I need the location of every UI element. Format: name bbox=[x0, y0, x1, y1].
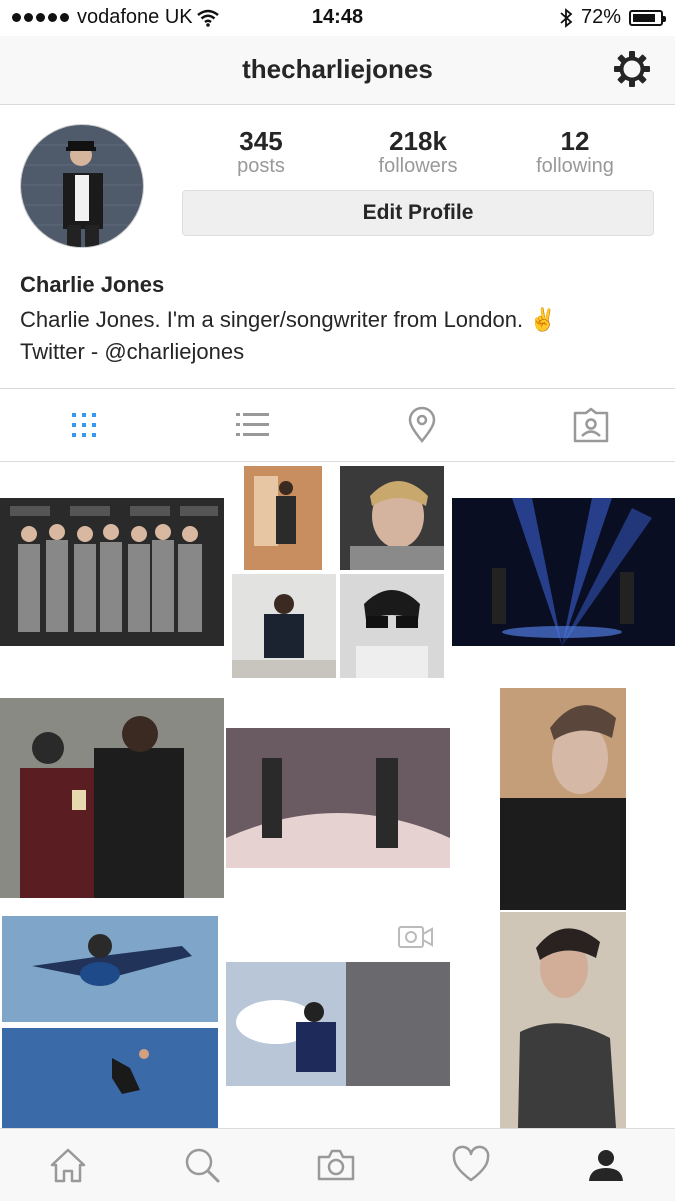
posts-count: 345 bbox=[239, 126, 283, 156]
photo-skydive-1[interactable] bbox=[2, 916, 218, 1022]
posts-label: posts bbox=[237, 155, 285, 177]
profile-username: thecharliejones bbox=[242, 54, 433, 84]
list-icon[interactable] bbox=[232, 405, 272, 445]
photo-stage-concert[interactable] bbox=[452, 498, 675, 646]
followers-count: 218k bbox=[389, 126, 447, 156]
photo-band-group[interactable] bbox=[0, 498, 224, 646]
grid-icon[interactable] bbox=[64, 405, 104, 445]
profile-view-tabs bbox=[0, 388, 675, 462]
photo-skydive-2[interactable] bbox=[2, 1028, 218, 1128]
search-icon[interactable] bbox=[182, 1145, 222, 1185]
video-camera-icon bbox=[398, 926, 433, 948]
photo-sunglasses[interactable] bbox=[340, 574, 444, 678]
bluetooth-icon bbox=[560, 7, 573, 28]
following-stat[interactable]: 12 following bbox=[500, 126, 650, 178]
bio-line: Charlie Jones. I'm a singer/songwriter f… bbox=[20, 307, 557, 332]
photo-beach-sitting[interactable] bbox=[232, 574, 336, 678]
followers-label: followers bbox=[378, 155, 458, 177]
tagged-icon[interactable] bbox=[571, 405, 611, 445]
heart-icon[interactable] bbox=[451, 1145, 491, 1185]
posts-stat[interactable]: 345 posts bbox=[186, 126, 336, 178]
top-nav-bar: thecharliejones bbox=[0, 36, 675, 105]
photo-plane-door[interactable] bbox=[226, 962, 450, 1086]
photo-hallway[interactable] bbox=[244, 466, 322, 570]
photo-selfie-blond[interactable] bbox=[340, 466, 444, 570]
followers-stat[interactable]: 218k followers bbox=[343, 126, 493, 178]
location-pin-icon[interactable] bbox=[402, 405, 442, 445]
following-count: 12 bbox=[560, 126, 590, 156]
battery-percent: 72% bbox=[580, 6, 621, 28]
status-bar: vodafone UK 14:48 72% bbox=[0, 0, 675, 36]
following-label: following bbox=[536, 155, 614, 177]
photo-selfie-jacket[interactable] bbox=[500, 688, 626, 910]
profile-icon[interactable] bbox=[586, 1145, 626, 1185]
photo-stage-rehearsal[interactable] bbox=[226, 728, 450, 868]
edit-profile-button[interactable]: Edit Profile bbox=[182, 190, 654, 236]
profile-full-name: Charlie Jones bbox=[20, 272, 165, 297]
photo-mirror-selfie[interactable] bbox=[0, 698, 224, 898]
camera-icon[interactable] bbox=[316, 1145, 356, 1185]
photo-selfie-towel[interactable] bbox=[500, 912, 626, 1128]
profile-avatar[interactable] bbox=[20, 124, 144, 248]
bio-twitter-line: Twitter - @charliejones bbox=[20, 339, 245, 364]
profile-bio: Charlie Jones. I'm a singer/songwriter f… bbox=[20, 304, 557, 368]
battery-icon bbox=[629, 9, 666, 26]
gear-icon[interactable] bbox=[613, 50, 651, 88]
bottom-tab-bar bbox=[0, 1128, 675, 1201]
home-icon[interactable] bbox=[48, 1145, 88, 1185]
